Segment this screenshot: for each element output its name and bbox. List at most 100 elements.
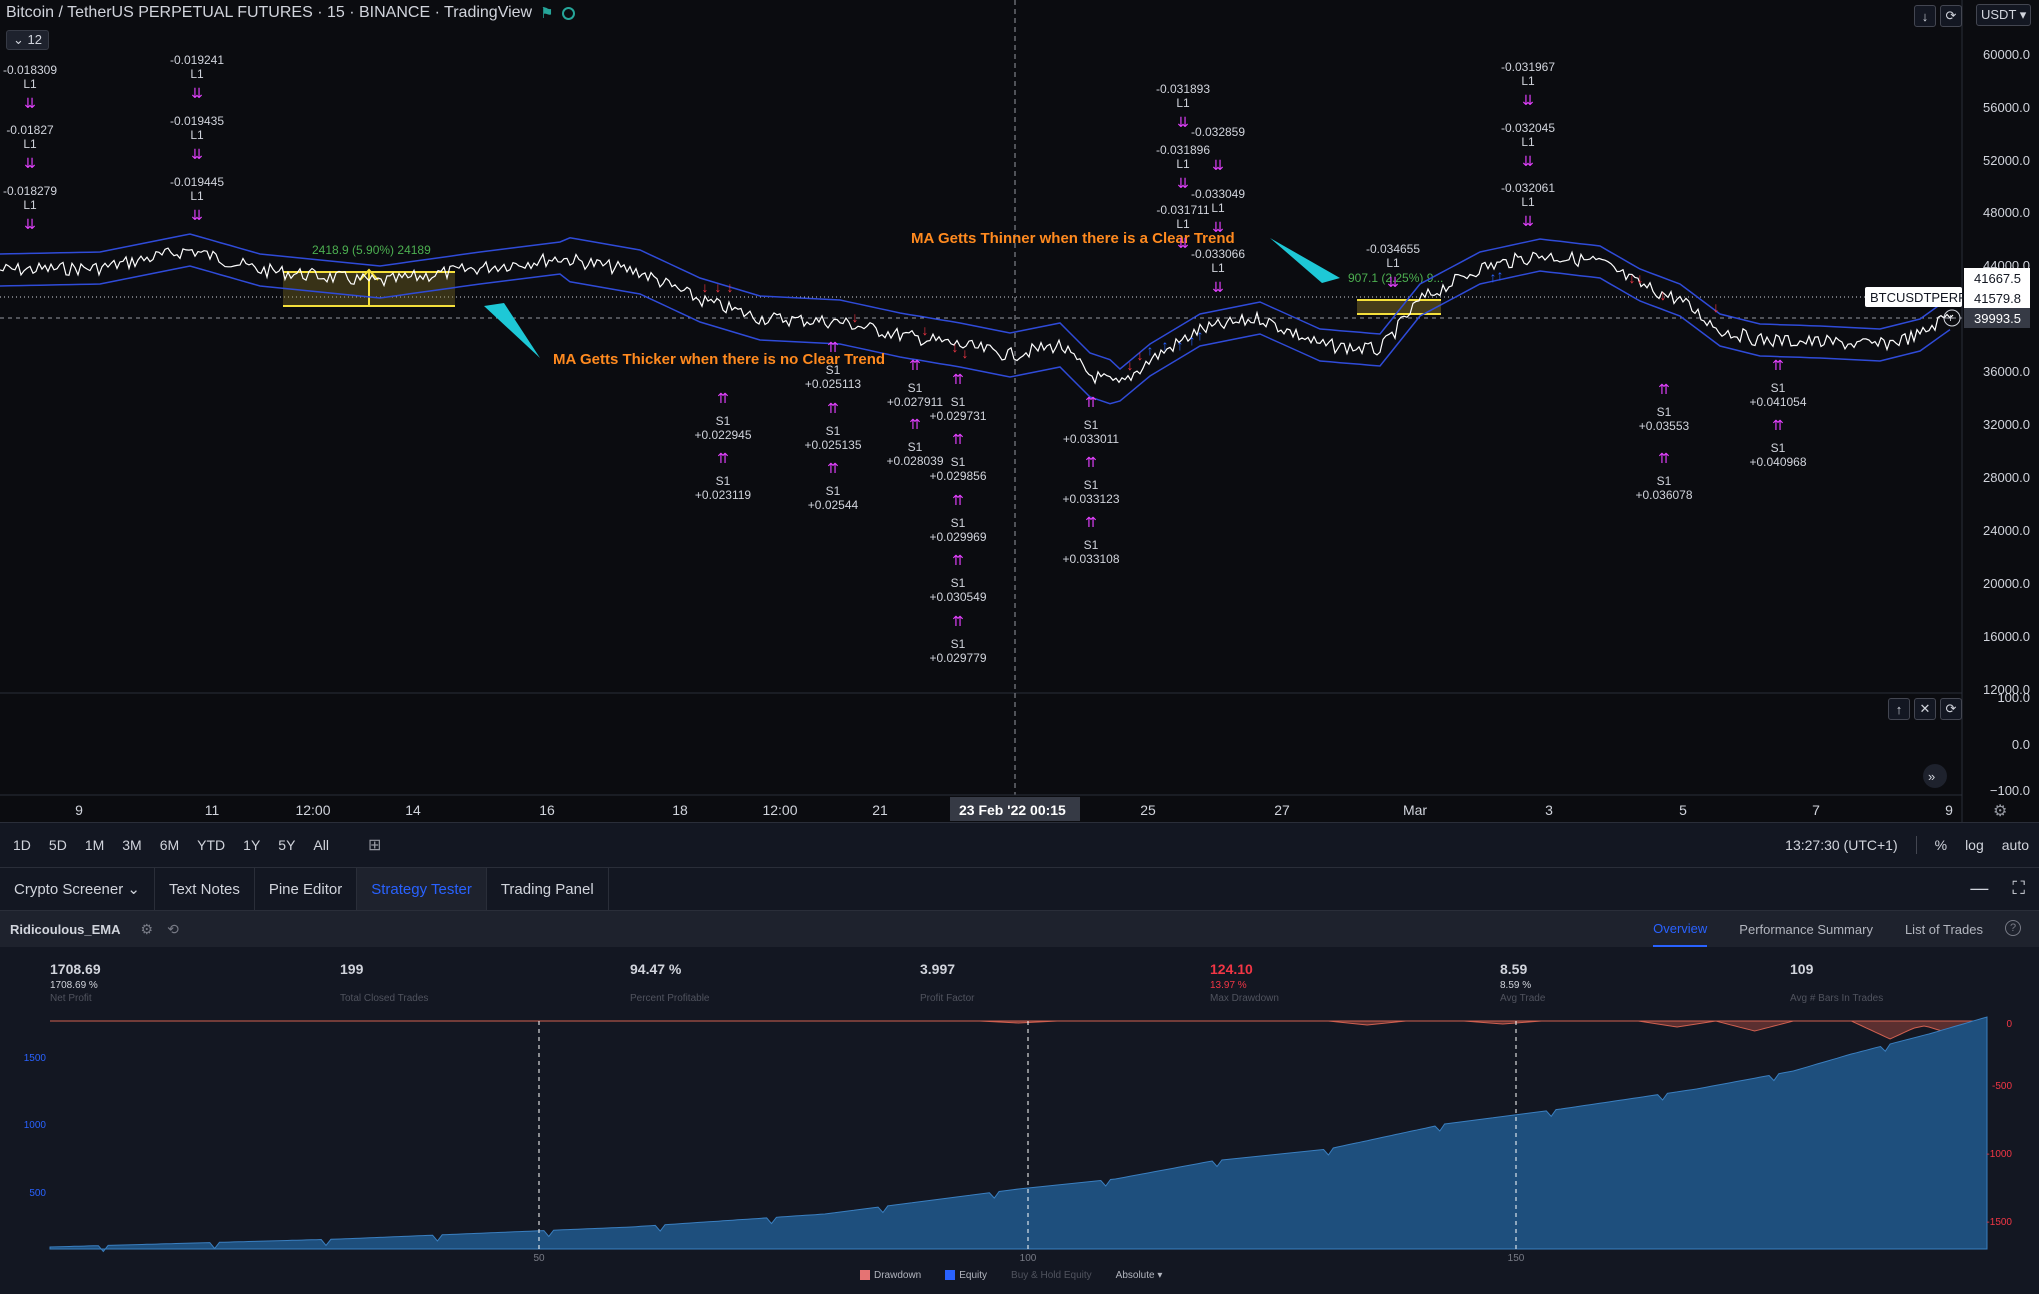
metric-profit-factor: 3.997 Profit Factor xyxy=(920,961,974,1004)
short-entry-arrow: ⇈ xyxy=(827,400,839,416)
tab-crypto-screener[interactable]: Crypto Screener ⌄ xyxy=(0,868,155,910)
equity-x-tick: 150 xyxy=(1508,1253,1525,1264)
short-entry-tag: S1 xyxy=(951,576,966,590)
time-axis-label: 12:00 xyxy=(762,802,797,818)
metric-value: 1708.69 xyxy=(50,961,101,977)
percent-toggle[interactable]: % xyxy=(1935,837,1947,853)
sell-signal-arrow: ↓ xyxy=(715,279,722,295)
metric-sub xyxy=(340,980,428,991)
long-entry-value: -0.032061 xyxy=(1501,181,1555,195)
status-controls: 13:27:30 (UTC+1) % log auto xyxy=(1785,836,2029,854)
upper-band-tag: 41667.5 xyxy=(1974,271,2021,286)
long-entry-arrow: ⇊ xyxy=(1522,213,1534,229)
range-5d[interactable]: 5D xyxy=(40,837,76,853)
price-chart[interactable]: 2418.9 (5.90%) 24189 907.1 (2.25%) 9... … xyxy=(0,0,2039,822)
equity-left-axis-label: 1500 xyxy=(24,1053,47,1064)
legend-label: Equity xyxy=(959,1270,988,1281)
tab-list-of-trades[interactable]: List of Trades xyxy=(1905,911,1983,947)
short-entry-value: +0.028039 xyxy=(886,454,943,468)
indicator-count: 12 xyxy=(27,32,42,47)
metric-avg-trade: 8.59 8.59 % Avg Trade xyxy=(1500,961,1545,1004)
symbol-title[interactable]: Bitcoin / TetherUS PERPETUAL FUTURES · 1… xyxy=(6,4,532,22)
range-ytd[interactable]: YTD xyxy=(188,837,234,853)
pane-buttons: ↑ ✕ ⟳ xyxy=(1888,698,1962,720)
sell-signal-arrow: ↓ xyxy=(727,279,734,295)
short-entry-tag: S1 xyxy=(908,440,923,454)
arrow-down-icon[interactable]: ↓ xyxy=(1914,5,1936,27)
tab-text-notes[interactable]: Text Notes xyxy=(155,868,255,910)
legend-drawdown[interactable]: Drawdown xyxy=(860,1270,921,1281)
legend-equity[interactable]: Equity xyxy=(945,1270,987,1281)
settings-gear-icon[interactable]: ⚙ xyxy=(1993,803,2007,820)
metric-label: Total Closed Trades xyxy=(340,993,429,1004)
range-1y[interactable]: 1Y xyxy=(234,837,269,853)
range-6m[interactable]: 6M xyxy=(151,837,188,853)
range-all[interactable]: All xyxy=(304,837,338,853)
long-entry-arrow: ⇊ xyxy=(1387,274,1399,290)
absolute-selector[interactable]: Absolute ▾ xyxy=(1116,1270,1163,1281)
short-entry-value: +0.030549 xyxy=(929,590,986,604)
log-toggle[interactable]: log xyxy=(1965,837,1984,853)
long-entry-tag: L1 xyxy=(1176,96,1190,110)
tab-strategy-tester[interactable]: Strategy Tester xyxy=(357,868,487,910)
long-entry-value: -0.019435 xyxy=(170,114,224,128)
short-entry-arrow: ⇈ xyxy=(1085,394,1097,410)
metric-label: Profit Factor xyxy=(920,993,975,1004)
chart-top-buttons: ↓ ⟳ xyxy=(1914,5,1962,27)
close-pane-icon[interactable]: ✕ xyxy=(1914,698,1936,720)
tab-label: Text Notes xyxy=(168,880,240,898)
long-entry-arrow: ⇊ xyxy=(191,85,203,101)
short-entry-value: +0.025135 xyxy=(804,438,861,452)
metric-label: Percent Profitable xyxy=(630,993,710,1004)
equity-right-axis-label: 0 xyxy=(2006,1019,2012,1030)
tab-label: Strategy Tester xyxy=(371,880,472,898)
short-entry-arrow: ⇈ xyxy=(909,416,921,432)
tab-performance-summary[interactable]: Performance Summary xyxy=(1739,911,1873,947)
short-entry-arrow: ⇈ xyxy=(952,552,964,568)
tab-overview[interactable]: Overview xyxy=(1653,911,1708,947)
strategy-name[interactable]: Ridicoulous_EMA xyxy=(10,922,121,937)
lower-pane-axis: 100.0 0.0 −100.0 xyxy=(1990,690,2030,798)
price-axis-label: 16000.0 xyxy=(1983,629,2030,644)
time-axis-label: 7 xyxy=(1812,802,1820,818)
indicators-collapse-toggle[interactable]: ⌄ 12 xyxy=(6,30,49,50)
price-axis[interactable]: 60000.056000.052000.048000.044000.036000… xyxy=(1983,47,2030,697)
long-entry-value: -0.01827 xyxy=(6,123,54,137)
maximize-icon[interactable]: ⟳ xyxy=(1940,5,1962,27)
time-axis-label: 11 xyxy=(205,802,220,818)
time-axis-label: 16 xyxy=(539,802,555,818)
range-1d[interactable]: 1D xyxy=(4,837,40,853)
lower-axis-label: −100.0 xyxy=(1990,783,2030,798)
minimize-icon[interactable]: — xyxy=(1970,878,1988,899)
short-entry-tag: S1 xyxy=(716,414,731,428)
long-entry-value: -0.031896 xyxy=(1156,143,1210,157)
legend-label: Buy & Hold Equity xyxy=(1011,1270,1092,1281)
date-range-icon[interactable]: ⊞ xyxy=(368,835,381,855)
clock[interactable]: 13:27:30 (UTC+1) xyxy=(1785,837,1897,853)
auto-toggle[interactable]: auto xyxy=(2002,837,2029,853)
legend-buy-hold[interactable]: Buy & Hold Equity xyxy=(1011,1270,1092,1281)
range-1m[interactable]: 1M xyxy=(76,837,113,853)
symbol-header: Bitcoin / TetherUS PERPETUAL FUTURES · 1… xyxy=(6,4,575,22)
tab-pine-editor[interactable]: Pine Editor xyxy=(255,868,358,910)
long-entry-arrow: ⇊ xyxy=(24,216,36,232)
maximize-icon[interactable]: ⛶ xyxy=(2012,878,2025,899)
sell-signal-arrow: ↓ xyxy=(1660,287,1667,303)
tab-trading-panel[interactable]: Trading Panel xyxy=(487,868,609,910)
help-icon[interactable]: ? xyxy=(2005,920,2021,936)
equity-chart-canvas: 1500 1000 500 0 -500 -1000 -1500 50 100 150 xyxy=(24,1016,2012,1264)
range-5y[interactable]: 5Y xyxy=(269,837,304,853)
equity-legend: Drawdown Equity Buy & Hold Equity Absolu… xyxy=(860,1270,1162,1281)
maximize-pane-icon[interactable]: ⟳ xyxy=(1940,698,1962,720)
flag-icon[interactable]: ⚑ xyxy=(540,4,553,22)
range-3m[interactable]: 3M xyxy=(113,837,150,853)
buy-signal-arrow: ↑ xyxy=(1197,327,1204,343)
settings-icon[interactable]: ⚙ xyxy=(141,921,154,938)
long-entry-value: -0.033066 xyxy=(1191,247,1245,261)
source-code-icon[interactable]: ⟲ xyxy=(167,921,179,938)
equity-chart[interactable]: 1500 1000 500 0 -500 -1000 -1500 50 100 150 xyxy=(0,1009,2039,1289)
equity-left-axis-label: 500 xyxy=(29,1188,46,1199)
price-chart-canvas[interactable]: 2418.9 (5.90%) 24189 907.1 (2.25%) 9... … xyxy=(0,0,2039,822)
currency-selector[interactable]: USDT ▾ xyxy=(1976,4,2032,26)
move-up-icon[interactable]: ↑ xyxy=(1888,698,1910,720)
